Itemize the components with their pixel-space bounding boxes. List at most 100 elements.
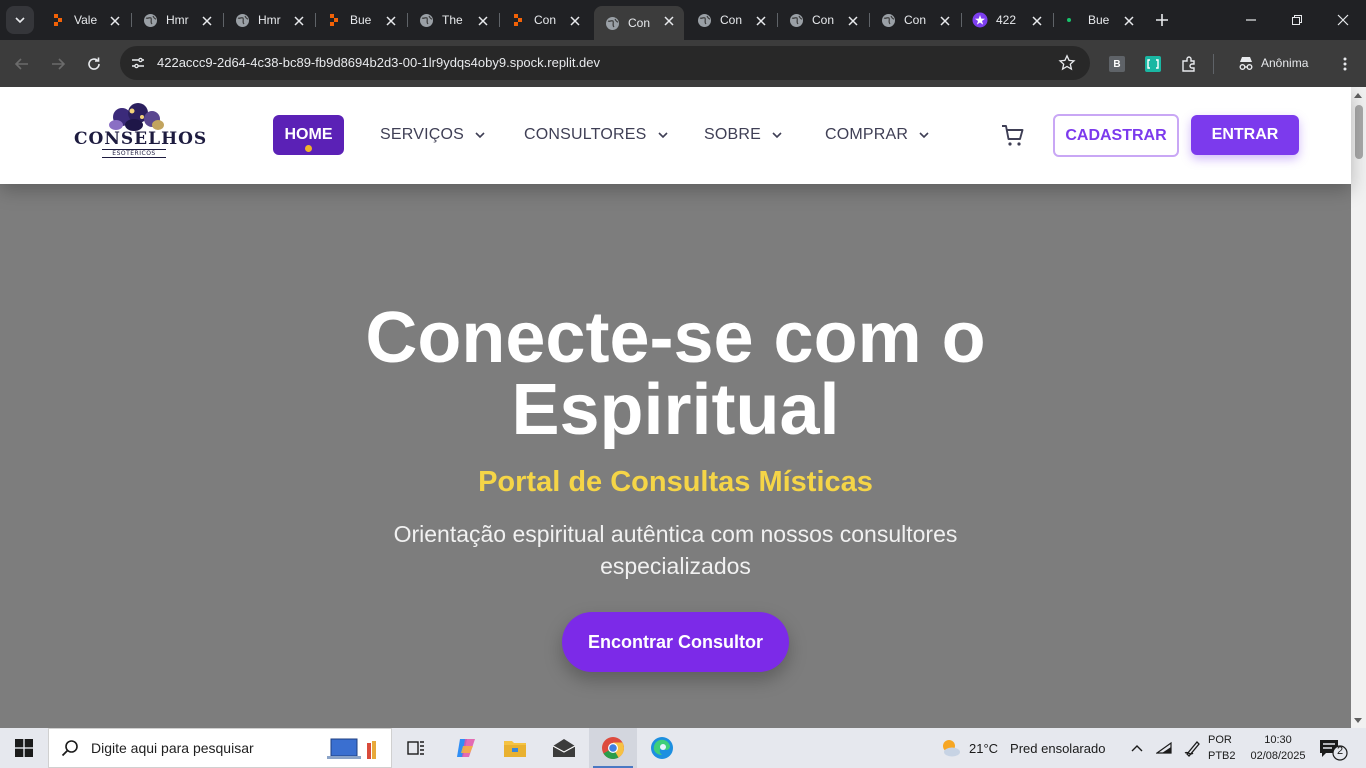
start-button[interactable] xyxy=(0,728,48,768)
incognito-icon xyxy=(1239,57,1253,70)
restore-button[interactable] xyxy=(1274,0,1320,40)
browser-tab[interactable]: Bue xyxy=(1054,6,1144,34)
reload-button[interactable] xyxy=(80,50,108,78)
toolbar-divider xyxy=(1213,54,1214,74)
tab-title: Con xyxy=(534,13,557,27)
incognito-profile-button[interactable]: Anônima xyxy=(1227,46,1323,80)
chevron-down-icon xyxy=(772,132,782,139)
purple-star-icon xyxy=(972,12,988,28)
browser-tab[interactable]: Con xyxy=(500,6,590,34)
tab-title: Con xyxy=(628,16,651,30)
profile-label: Anônima xyxy=(1261,56,1309,70)
close-tab-icon[interactable] xyxy=(662,13,676,27)
bookmark-star-icon[interactable] xyxy=(1058,54,1076,72)
tab-title: Con xyxy=(812,13,835,27)
forward-button[interactable] xyxy=(44,50,72,78)
close-tab-icon[interactable] xyxy=(568,13,582,27)
notification-center-button[interactable]: 2 xyxy=(1318,736,1348,762)
browser-menu-button[interactable] xyxy=(1331,50,1359,78)
cadastrar-button[interactable]: CADASTRAR xyxy=(1053,114,1179,157)
copilot-button[interactable] xyxy=(442,728,490,768)
chevron-down-icon xyxy=(657,132,668,139)
close-tab-icon[interactable] xyxy=(292,13,306,27)
wifi-icon[interactable] xyxy=(1156,741,1172,755)
taskbar-search-box[interactable]: Digite aqui para pesquisar xyxy=(48,728,392,768)
url-text[interactable]: 422accc9-2d64-4c38-bc89-fb9d8694b2d3-00-… xyxy=(157,55,600,70)
close-icon xyxy=(1337,14,1349,26)
language-indicator[interactable]: POR PTB2 xyxy=(1208,732,1236,764)
browser-tab[interactable]: The xyxy=(408,6,498,34)
tab-search-button[interactable] xyxy=(6,6,34,34)
browser-tab-strip: Vale Hmr Hmr Bue The Con Con Con Con Con 422 Bue xyxy=(0,0,1366,40)
windows-taskbar: Digite aqui para pesquisar 21°C Pred ens… xyxy=(0,728,1366,768)
close-tab-icon[interactable] xyxy=(476,13,490,27)
pen-icon[interactable] xyxy=(1184,739,1202,757)
close-window-button[interactable] xyxy=(1320,0,1366,40)
weather-widget[interactable]: 21°C Pred ensolarado xyxy=(938,728,1105,768)
find-consultant-button[interactable]: Encontrar Consultor xyxy=(562,612,789,672)
kebab-menu-icon xyxy=(1343,57,1347,71)
browser-tab[interactable]: Con xyxy=(778,6,868,34)
cart-button[interactable] xyxy=(1001,124,1025,148)
close-tab-icon[interactable] xyxy=(200,13,214,27)
chrome-taskbar-button[interactable] xyxy=(589,728,637,768)
scroll-up-arrow[interactable] xyxy=(1354,93,1362,98)
tab-title: Bue xyxy=(350,13,372,27)
minimize-button[interactable] xyxy=(1228,0,1274,40)
page-scrollbar[interactable] xyxy=(1351,87,1366,728)
back-button[interactable] xyxy=(8,50,36,78)
globe-icon xyxy=(788,12,804,28)
browser-tab[interactable]: Con xyxy=(594,6,684,40)
scroll-down-arrow[interactable] xyxy=(1354,718,1362,723)
browser-tab[interactable]: Vale xyxy=(40,6,130,34)
file-explorer-button[interactable] xyxy=(491,728,539,768)
site-logo[interactable]: CONSELHOS ESOTÉRICOS xyxy=(72,103,208,167)
extension-teal-button[interactable] xyxy=(1141,52,1165,76)
close-tab-icon[interactable] xyxy=(1030,13,1044,27)
close-tab-icon[interactable] xyxy=(108,13,122,27)
search-placeholder: Digite aqui para pesquisar xyxy=(91,740,254,756)
browser-tab[interactable]: Con xyxy=(686,6,776,34)
task-view-button[interactable] xyxy=(392,728,440,768)
nav-servicos-label: SERVIÇOS xyxy=(380,126,464,143)
site-header: CONSELHOS ESOTÉRICOS HOME SERVIÇOS CONSU… xyxy=(0,87,1351,184)
folder-icon xyxy=(504,741,526,757)
clock[interactable]: 10:30 02/08/2025 xyxy=(1246,732,1310,764)
close-tab-icon[interactable] xyxy=(384,13,398,27)
close-tab-icon[interactable] xyxy=(846,13,860,27)
browser-tab[interactable]: Hmr xyxy=(224,6,314,34)
nav-consultores-dropdown[interactable]: CONSULTORES xyxy=(524,115,669,155)
mail-button[interactable] xyxy=(540,728,588,768)
nav-sobre-dropdown[interactable]: SOBRE xyxy=(704,115,783,155)
globe-icon xyxy=(142,12,158,28)
entrar-button[interactable]: ENTRAR xyxy=(1191,115,1299,155)
nav-comprar-dropdown[interactable]: COMPRAR xyxy=(825,115,930,155)
extensions-button[interactable] xyxy=(1177,52,1201,76)
browser-tab[interactable]: Con xyxy=(870,6,960,34)
reload-icon xyxy=(88,57,100,70)
logo-text: CONSELHOS xyxy=(74,129,208,149)
edge-button[interactable] xyxy=(638,728,686,768)
system-tray xyxy=(1130,728,1202,768)
browser-tab[interactable]: Hmr xyxy=(132,6,222,34)
chevron-down-icon xyxy=(919,132,929,139)
site-info-icon[interactable] xyxy=(130,55,146,71)
close-tab-icon[interactable] xyxy=(754,13,768,27)
chevron-up-icon[interactable] xyxy=(1130,741,1144,755)
close-tab-icon[interactable] xyxy=(1122,13,1136,27)
extension-b-button[interactable]: B xyxy=(1105,52,1129,76)
globe-icon xyxy=(234,12,250,28)
browser-tab[interactable]: 422 xyxy=(962,6,1052,34)
replit-icon xyxy=(326,12,342,28)
scrollbar-thumb[interactable] xyxy=(1355,105,1363,159)
close-tab-icon[interactable] xyxy=(938,13,952,27)
search-highlight-icon xyxy=(327,738,376,759)
nav-servicos-dropdown[interactable]: SERVIÇOS xyxy=(380,115,486,155)
clock-time: 10:30 xyxy=(1264,734,1292,746)
address-bar[interactable]: 422accc9-2d64-4c38-bc89-fb9d8694b2d3-00-… xyxy=(120,46,1090,80)
shopping-cart-icon xyxy=(1002,125,1024,146)
hero-subtitle: Portal de Consultas Místicas xyxy=(478,466,873,498)
browser-tab[interactable]: Bue xyxy=(316,6,406,34)
new-tab-button[interactable] xyxy=(1150,8,1174,32)
nav-home-link[interactable]: HOME xyxy=(273,115,344,155)
